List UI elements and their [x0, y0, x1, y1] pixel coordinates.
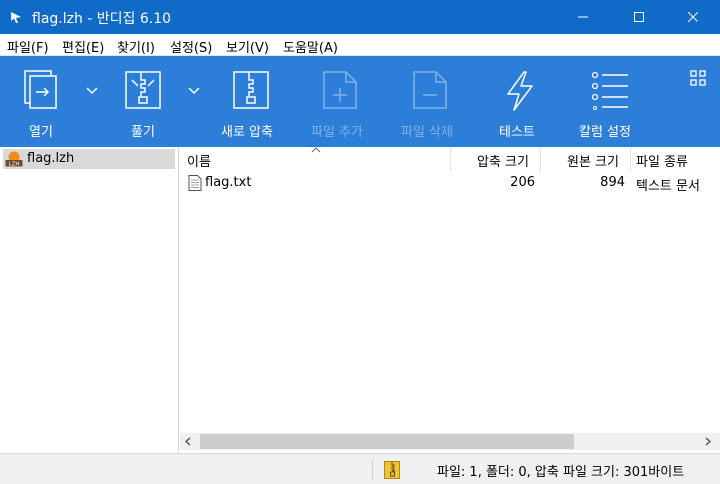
maximize-icon [634, 12, 644, 22]
new-archive-zip-icon [233, 71, 269, 109]
delete-file-icon [413, 71, 447, 109]
close-button[interactable] [670, 0, 716, 34]
column-header-name[interactable]: 이름 [187, 151, 211, 170]
archive-tree-pane: LZH flag.lzh [0, 147, 179, 453]
delete-files-button[interactable]: 파일 삭제 [396, 56, 466, 147]
archive-zip-icon [384, 461, 400, 479]
menu-help[interactable]: 도움말(A) [283, 37, 338, 56]
column-settings-label: 칼럼 설정 [579, 125, 631, 140]
minimize-button[interactable] [560, 0, 606, 34]
extract-button[interactable]: 풀기 [118, 56, 168, 147]
bandizip-app-icon [11, 12, 21, 23]
open-archive-icon [24, 70, 57, 109]
test-label: 테스트 [499, 125, 535, 140]
maximize-button[interactable] [616, 0, 662, 34]
list-header: 이름 압축 크기 원본 크기 파일 종류 [180, 147, 720, 171]
compressed-size-cell: 206 [510, 175, 535, 190]
lightning-icon [507, 71, 533, 111]
status-divider [372, 460, 373, 480]
title-bar: flag.lzh - 반디집 6.10 [0, 0, 720, 34]
add-files-label: 파일 추가 [311, 125, 363, 140]
menu-file[interactable]: 파일(F) [7, 37, 49, 56]
close-icon [688, 12, 698, 22]
column-header-compressed-size[interactable]: 압축 크기 [477, 151, 529, 170]
horizontal-scrollbar[interactable] [180, 433, 720, 450]
file-type-cell: 텍스트 문서 [636, 179, 700, 194]
layout-grid-icon[interactable] [690, 70, 706, 86]
test-button[interactable]: 테스트 [490, 56, 550, 147]
file-name-cell: flag.txt [205, 175, 252, 190]
lzh-archive-icon: LZH [5, 151, 23, 167]
sort-ascending-icon [311, 147, 321, 153]
new-archive-label: 새로 압축 [221, 125, 273, 140]
open-button[interactable]: 열기 [16, 56, 66, 147]
status-bar: 파일: 1, 폴더: 0, 압축 파일 크기: 301바이트 [0, 453, 720, 484]
column-divider[interactable] [540, 147, 541, 171]
menu-find[interactable]: 찾기(I) [117, 37, 155, 56]
column-divider[interactable] [630, 147, 631, 171]
minimize-icon [578, 16, 588, 18]
new-archive-button[interactable]: 새로 압축 [216, 56, 286, 147]
file-list-pane: 이름 압축 크기 원본 크기 파일 종류 flag.txt 206 894 텍스… [180, 147, 720, 453]
column-header-file-type[interactable]: 파일 종류 [636, 151, 688, 170]
extract-label: 풀기 [131, 125, 155, 140]
tree-item-label: flag.lzh [27, 151, 75, 166]
scroll-left-icon[interactable] [184, 437, 192, 446]
svg-text:LZH: LZH [9, 162, 20, 168]
scroll-right-icon[interactable] [704, 437, 712, 446]
extract-zip-icon [125, 71, 161, 109]
table-row[interactable]: flag.txt 206 894 텍스트 문서 [180, 173, 720, 194]
delete-files-label: 파일 삭제 [401, 125, 453, 140]
menu-edit[interactable]: 편집(E) [62, 37, 104, 56]
open-label: 열기 [29, 125, 53, 140]
menu-bar: 파일(F) 편집(E) 찾기(I) 설정(S) 보기(V) 도움말(A) [0, 34, 720, 56]
column-settings-button[interactable]: 칼럼 설정 [574, 56, 644, 147]
scrollbar-thumb[interactable] [200, 434, 574, 449]
window-title: flag.lzh - 반디집 6.10 [32, 11, 172, 27]
menu-view[interactable]: 보기(V) [226, 37, 269, 56]
original-size-cell: 894 [600, 175, 625, 190]
status-text: 파일: 1, 폴더: 0, 압축 파일 크기: 301바이트 [437, 465, 685, 480]
extract-dropdown-chevron-icon[interactable] [188, 87, 200, 95]
text-file-icon [188, 175, 202, 191]
open-dropdown-chevron-icon[interactable] [86, 87, 98, 95]
toolbar: 열기 풀기 새로 압축 파일 추가 파일 삭제 테스트 칼럼 설정 [0, 56, 720, 147]
column-list-icon [591, 71, 628, 110]
column-divider[interactable] [450, 147, 451, 171]
tree-item-archive[interactable]: LZH flag.lzh [3, 149, 175, 169]
add-files-button[interactable]: 파일 추가 [306, 56, 376, 147]
column-header-original-size[interactable]: 원본 크기 [567, 151, 619, 170]
add-file-icon [323, 71, 357, 109]
menu-settings[interactable]: 설정(S) [170, 37, 212, 56]
